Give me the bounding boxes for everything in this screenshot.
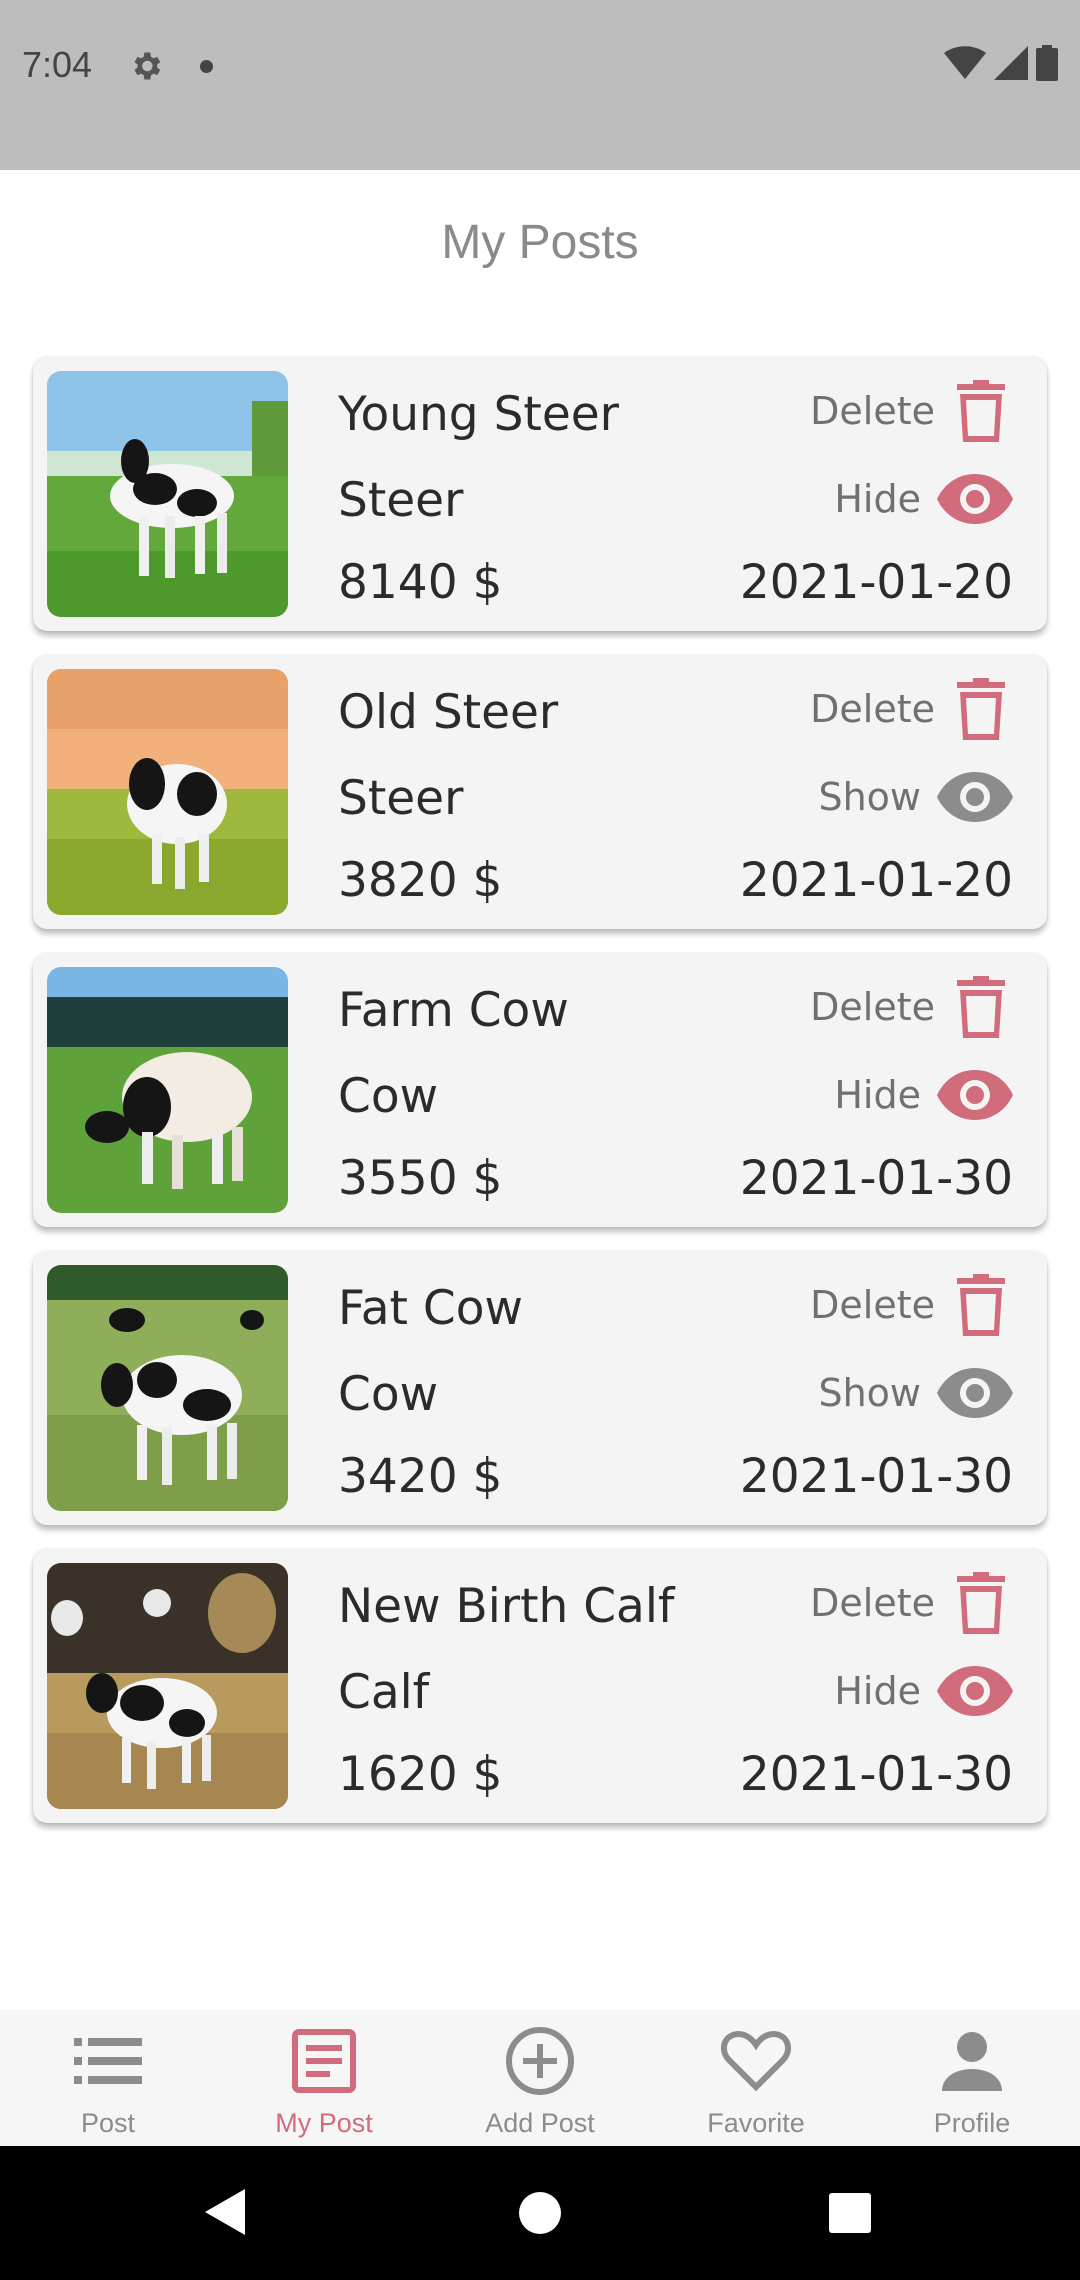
delete-label: Delete [810,389,935,433]
post-category: Calf [338,1665,430,1720]
eye-icon [937,1070,1013,1120]
delete-label: Delete [810,1283,935,1327]
back-icon[interactable] [205,2189,245,2239]
settings-icon [128,48,164,84]
delete-label: Delete [810,687,935,731]
nav-label: My Post [275,2108,373,2138]
nav-item-post[interactable]: Post [0,2010,216,2146]
post-category: Cow [338,1367,439,1422]
delete-button[interactable]: Delete [810,975,1005,1039]
post-title: Fat Cow [338,1281,523,1336]
delete-label: Delete [810,985,935,1029]
post-image [47,1563,288,1809]
post-price: 1620 $ [338,1747,503,1802]
trash-icon [957,380,1005,442]
post-price: 3420 $ [338,1449,503,1504]
nav-item-favorite[interactable]: Favorite [648,2010,864,2146]
home-icon[interactable] [519,2192,561,2238]
heart-icon [721,2024,791,2098]
post-date: 2021-01-30 [739,1151,1013,1206]
post-price: 8140 $ [338,555,503,610]
visibility-label: Show [818,775,921,819]
delete-button[interactable]: Delete [810,1273,1005,1337]
nav-label: Profile [933,2108,1011,2138]
post-card[interactable]: Young Steer Steer 8140 $ 2021-01-20 Dele… [33,357,1047,631]
post-date: 2021-01-30 [739,1449,1013,1504]
post-title: Young Steer [338,387,619,442]
hide-button[interactable]: Hide [834,467,1013,531]
delete-button[interactable]: Delete [810,1571,1005,1635]
post-list: Young Steer Steer 8140 $ 2021-01-20 Dele… [33,357,1047,1847]
nav-label: Favorite [707,2108,805,2138]
hide-button[interactable]: Hide [834,1659,1013,1723]
recents-icon[interactable] [829,2193,871,2237]
status-indicators [944,45,1058,85]
nav-label: Add Post [485,2108,595,2138]
visibility-label: Show [818,1371,921,1415]
post-title: New Birth Calf [338,1579,675,1634]
eye-icon [937,474,1013,524]
post-card[interactable]: Fat Cow Cow 3420 $ 2021-01-30 Delete Sho… [33,1251,1047,1525]
trash-icon [957,1274,1005,1336]
nav-item-add-post[interactable]: Add Post [432,2010,648,2146]
delete-label: Delete [810,1581,935,1625]
post-card[interactable]: Farm Cow Cow 3550 $ 2021-01-30 Delete Hi… [33,953,1047,1227]
cellular-signal-icon [994,46,1028,84]
show-button[interactable]: Show [818,1361,1013,1425]
delete-button[interactable]: Delete [810,379,1005,443]
post-image [47,1265,288,1511]
trash-icon [957,1572,1005,1634]
post-date: 2021-01-20 [739,555,1013,610]
eye-icon [937,1368,1013,1418]
status-time: 7:04 [22,44,93,85]
visibility-label: Hide [834,1669,921,1713]
post-category: Steer [338,771,464,826]
post-card[interactable]: Old Steer Steer 3820 $ 2021-01-20 Delete… [33,655,1047,929]
post-image [47,669,288,915]
post-title: Old Steer [338,685,559,740]
nav-item-my-post[interactable]: My Post [216,2010,432,2146]
delete-button[interactable]: Delete [810,677,1005,741]
trash-icon [957,976,1005,1038]
document-icon [292,2024,356,2098]
post-date: 2021-01-30 [739,1747,1013,1802]
status-bar: 7:04 [0,0,1080,170]
nav-label: Post [80,2108,136,2138]
post-image [47,371,288,617]
eye-icon [937,772,1013,822]
system-navigation-bar [0,2146,1080,2280]
hide-button[interactable]: Hide [834,1063,1013,1127]
page-title: My Posts [441,216,639,269]
post-price: 3550 $ [338,1151,503,1206]
nav-item-profile[interactable]: Profile [864,2010,1080,2146]
eye-icon [937,1666,1013,1716]
visibility-label: Hide [834,477,921,521]
post-price: 3820 $ [338,853,503,908]
post-category: Steer [338,473,464,528]
add-circle-icon [505,2024,575,2098]
list-icon [74,2024,142,2098]
bottom-navigation: Post My Post Add Post Favorite Profile [0,2010,1080,2146]
post-image [47,967,288,1213]
person-icon [942,2024,1002,2098]
show-button[interactable]: Show [818,765,1013,829]
post-title: Farm Cow [338,983,569,1038]
battery-icon [1036,45,1058,85]
wifi-icon [944,46,986,84]
post-category: Cow [338,1069,439,1124]
notification-dot-icon [200,60,213,73]
trash-icon [957,678,1005,740]
post-date: 2021-01-20 [739,853,1013,908]
post-card[interactable]: New Birth Calf Calf 1620 $ 2021-01-30 De… [33,1549,1047,1823]
visibility-label: Hide [834,1073,921,1117]
